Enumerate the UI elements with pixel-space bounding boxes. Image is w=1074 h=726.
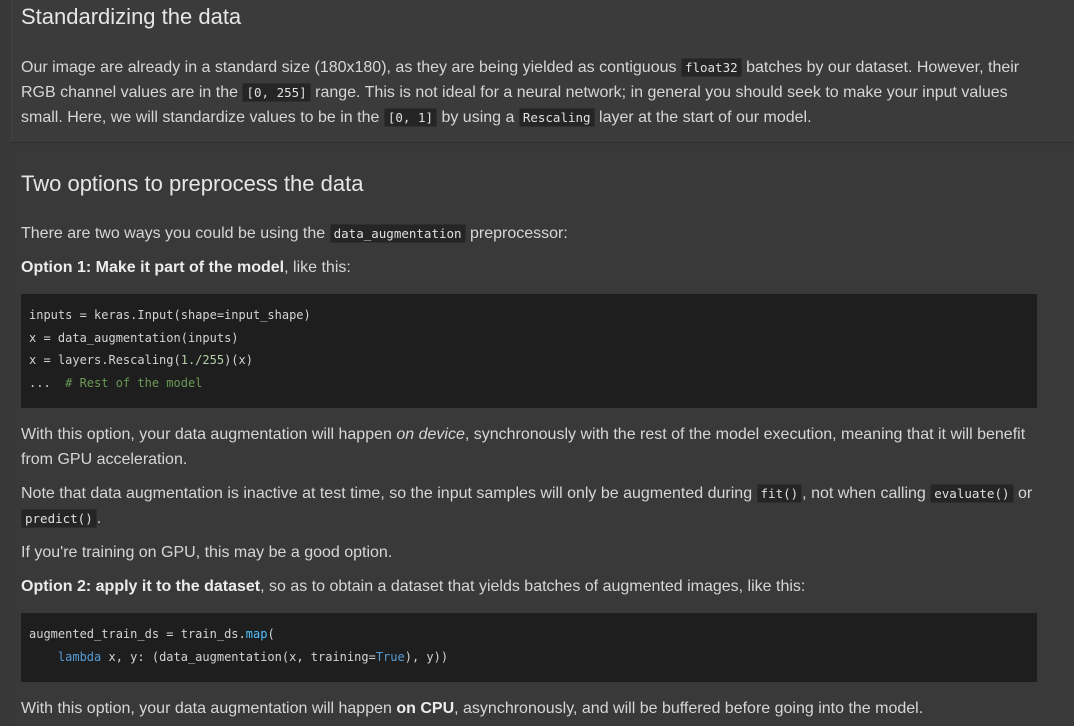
code-line: x = layers.Rescaling(1./255)(x) bbox=[29, 349, 1029, 372]
heading-standardizing: Standardizing the data bbox=[21, 4, 242, 29]
text: With this option, your data augmentation… bbox=[21, 700, 397, 717]
text: . bbox=[96, 510, 102, 527]
code-text: ... bbox=[29, 375, 66, 390]
paragraph-gpu: If you're training on GPU, this may be a… bbox=[21, 544, 393, 561]
code-text: ( bbox=[267, 627, 275, 641]
emphasis: on device bbox=[396, 426, 465, 443]
code-line: x = data_augmentation(inputs) bbox=[29, 327, 1029, 350]
paragraph-option1: Option 1: Make it part of the model, lik… bbox=[21, 255, 1051, 280]
inline-code-data-augmentation: data_augmentation bbox=[329, 224, 466, 243]
code-text: ), y)) bbox=[404, 649, 449, 664]
code-text: x = layers.Rescaling( bbox=[29, 353, 181, 367]
text: Our image are already in a standard size… bbox=[21, 59, 681, 76]
code-function: map bbox=[245, 627, 268, 641]
paragraph-test-time: Note that data augmentation is inactive … bbox=[21, 481, 1051, 531]
code-keyword: True bbox=[375, 649, 405, 664]
inline-code-evaluate: evaluate() bbox=[930, 484, 1014, 503]
inline-code-range: [0, 255] bbox=[242, 83, 311, 102]
text: Note that data augmentation is inactive … bbox=[21, 485, 757, 502]
heading-two-options: Two options to preprocess the data bbox=[21, 171, 364, 196]
text: preprocessor: bbox=[465, 225, 568, 242]
code-text: inputs = keras.Input(shape=input_shape) bbox=[29, 308, 311, 322]
text: , not when calling bbox=[802, 485, 931, 502]
code-text: )(x) bbox=[224, 353, 253, 367]
option1-label: Option 1: Make it part of the model bbox=[21, 259, 285, 276]
code-line: inputs = keras.Input(shape=input_shape) bbox=[29, 304, 1029, 327]
paragraph-option2: Option 2: apply it to the dataset, so as… bbox=[21, 574, 1051, 599]
option2-label: Option 2: apply it to the dataset bbox=[21, 578, 261, 595]
text: or bbox=[1013, 485, 1033, 502]
code-line: lambda x, y: (data_augmentation(x, train… bbox=[29, 646, 1029, 669]
paragraph-intro: There are two ways you could be using th… bbox=[21, 221, 1051, 246]
inline-code-fit: fit() bbox=[756, 484, 803, 503]
inline-code-rescaling: Rescaling bbox=[518, 108, 595, 127]
code-block-option2[interactable]: augmented_train_ds = train_ds.map( lambd… bbox=[21, 613, 1037, 682]
paragraph-on-cpu: With this option, your data augmentation… bbox=[21, 696, 1051, 721]
code-block-option1[interactable]: inputs = keras.Input(shape=input_shape) … bbox=[21, 294, 1037, 408]
code-text: augmented_train_ds = train_ds. bbox=[29, 627, 246, 641]
code-text: x, y: (data_augmentation(x, training= bbox=[101, 649, 376, 664]
code-number: 1./255 bbox=[180, 353, 225, 367]
code-comment: # Rest of the model bbox=[65, 375, 203, 390]
text: , like this: bbox=[284, 259, 351, 276]
paragraph-standardizing: Our image are already in a standard size… bbox=[21, 55, 1051, 130]
text: With this option, your data augmentation… bbox=[21, 426, 397, 443]
text: , asynchronously, and will be buffered b… bbox=[454, 700, 924, 717]
code-keyword: lambda bbox=[57, 649, 102, 664]
code-line: augmented_train_ds = train_ds.map( bbox=[29, 623, 1029, 646]
inline-code-predict: predict() bbox=[21, 509, 97, 528]
code-text: x = data_augmentation(inputs) bbox=[29, 330, 239, 345]
text: by using a bbox=[437, 109, 519, 126]
emphasis-bold: on CPU bbox=[396, 700, 455, 717]
inline-code-float32: float32 bbox=[680, 58, 742, 77]
paragraph-on-device: With this option, your data augmentation… bbox=[21, 422, 1051, 472]
text: There are two ways you could be using th… bbox=[21, 225, 330, 242]
text: , so as to obtain a dataset that yields … bbox=[260, 578, 806, 595]
inline-code-unit-range: [0, 1] bbox=[383, 108, 437, 127]
text: layer at the start of our model. bbox=[594, 109, 812, 126]
code-line: ... # Rest of the model bbox=[29, 372, 1029, 395]
